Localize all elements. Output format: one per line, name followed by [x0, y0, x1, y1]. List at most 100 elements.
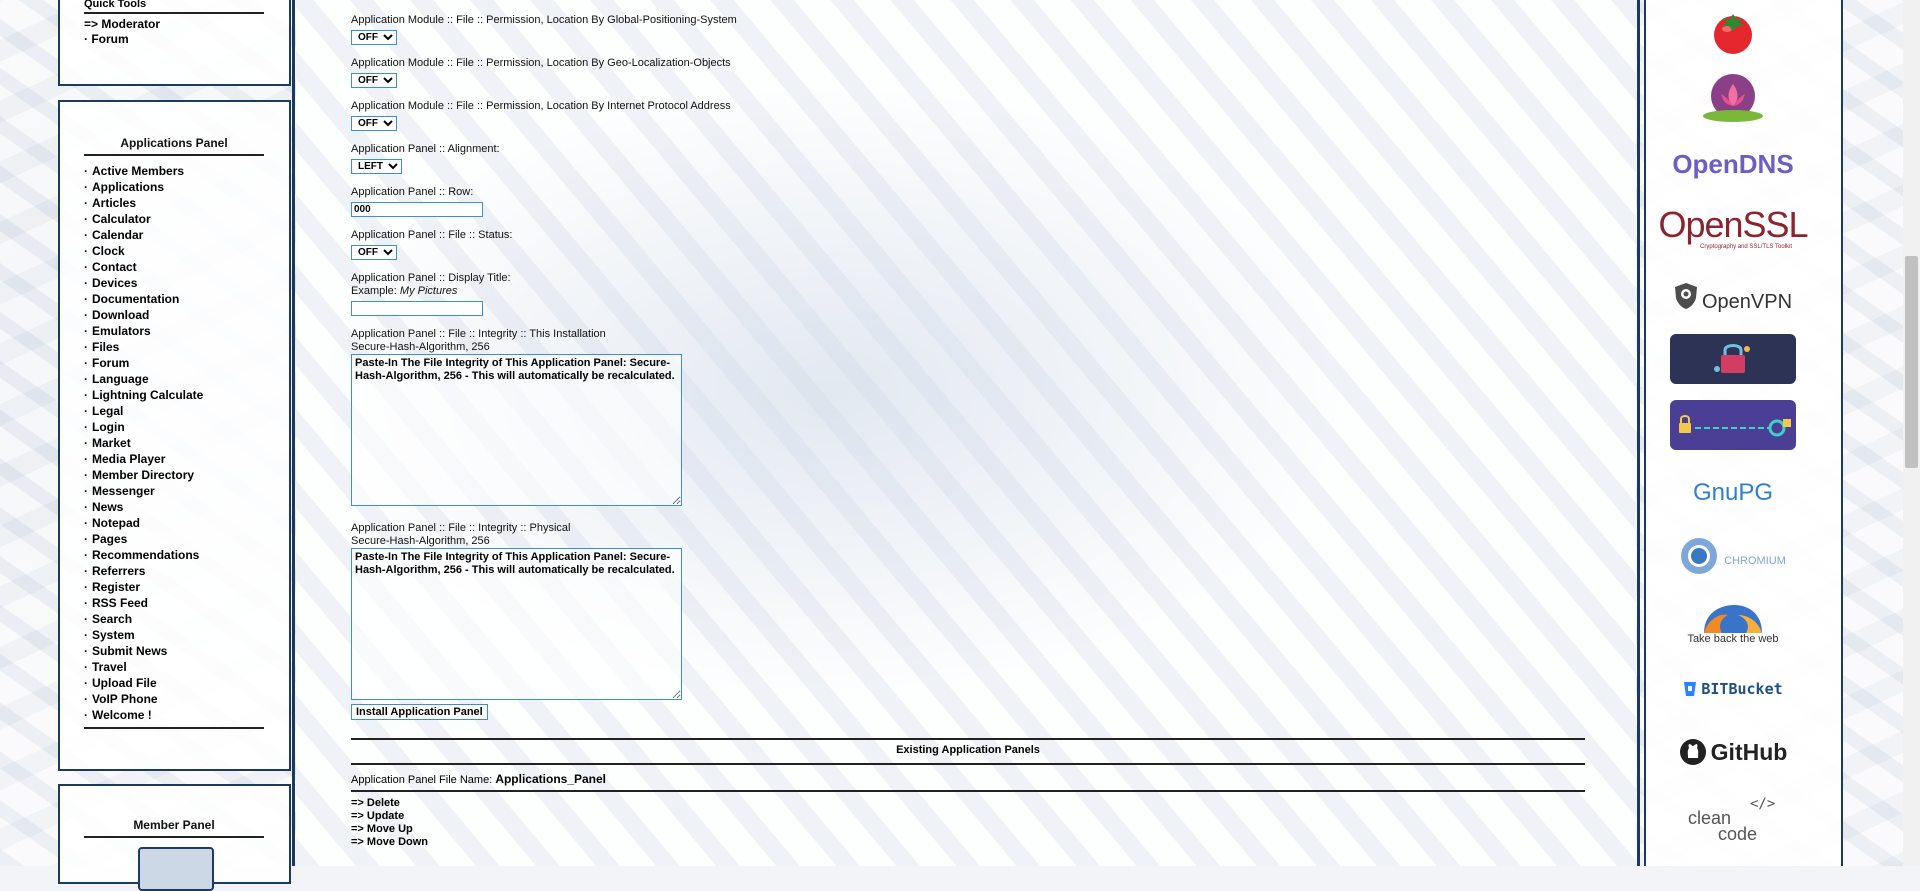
quick-tools-forum-link[interactable]: · Forum: [84, 32, 160, 47]
scrollbar-track[interactable]: [1903, 0, 1920, 866]
sidebar-item-label: RSS Feed: [92, 596, 149, 610]
sidebar-item[interactable]: · Welcome !: [84, 707, 203, 723]
sidebar-item[interactable]: · Files: [84, 339, 203, 355]
security-banner-2[interactable]: [1670, 400, 1796, 450]
github-logo[interactable]: GitHub: [1670, 734, 1796, 770]
sidebar-item[interactable]: · Search: [84, 611, 203, 627]
sidebar-item[interactable]: · Download: [84, 307, 203, 323]
sidebar-item[interactable]: · Calendar: [84, 227, 203, 243]
sidebar-item[interactable]: · Upload File: [84, 675, 203, 691]
padlock-icon: [1714, 344, 1750, 373]
sidebar-item[interactable]: · Notepad: [84, 515, 203, 531]
sidebar-item[interactable]: · Language: [84, 371, 203, 387]
sidebar-item[interactable]: · Devices: [84, 275, 203, 291]
sidebar-item-label: Messenger: [92, 484, 155, 498]
bullet-icon: ·: [84, 484, 88, 498]
sidebar-item-label: Contact: [92, 260, 137, 274]
sidebar-item[interactable]: · Clock: [84, 243, 203, 259]
sidebar-item[interactable]: · Media Player: [84, 451, 203, 467]
key-lock-icon: [1679, 415, 1791, 437]
tomato-logo[interactable]: [1670, 6, 1796, 56]
sidebar-item[interactable]: · Calculator: [84, 211, 203, 227]
scrollbar-thumb[interactable]: [1905, 256, 1918, 468]
row-label: Application Panel :: Row:: [351, 186, 474, 198]
sidebar-item[interactable]: · Active Members: [84, 163, 203, 179]
opendns-logo[interactable]: OpenDNS: [1670, 146, 1796, 182]
row-input[interactable]: [351, 202, 483, 217]
existing-top-rule: [351, 738, 1585, 740]
delete-link[interactable]: => Delete: [351, 797, 428, 810]
update-link[interactable]: => Update: [351, 810, 428, 823]
firefox-logo[interactable]: Take back the web: [1670, 600, 1796, 648]
sidebar-item[interactable]: · Forum: [84, 355, 203, 371]
display-title-input[interactable]: [351, 301, 483, 316]
sidebar-item[interactable]: · Applications: [84, 179, 203, 195]
sidebar-item-label: Files: [92, 340, 120, 354]
sidebar-item-label: Articles: [92, 196, 137, 210]
code-brackets-icon: </>: [1750, 796, 1776, 812]
gnupg-wordmark: GnuPG: [1692, 479, 1774, 506]
sidebar-item[interactable]: · Lightning Calculate: [84, 387, 203, 403]
ip-select[interactable]: OFF: [351, 116, 397, 131]
gps-select[interactable]: OFF: [351, 30, 397, 45]
openvpn-logo[interactable]: OpenVPN: [1670, 276, 1796, 316]
openssl-logo[interactable]: OpenSSL Cryptography and SSL/TLS Toolkit: [1658, 202, 1808, 254]
sidebar-item[interactable]: · Login: [84, 419, 203, 435]
integrity-install-label: Application Panel :: File :: Integrity :…: [351, 328, 606, 340]
sidebar-item-label: Active Members: [92, 164, 185, 178]
sidebar-item-label: Download: [92, 308, 150, 322]
sidebar-item[interactable]: · System: [84, 627, 203, 643]
bullet-icon: ·: [84, 244, 88, 258]
move-up-link[interactable]: => Move Up: [351, 823, 428, 836]
sidebar-item[interactable]: · Member Directory: [84, 467, 203, 483]
sidebar-item[interactable]: · Submit News: [84, 643, 203, 659]
sidebar-item[interactable]: · Market: [84, 435, 203, 451]
member-panel: Member Panel: [58, 784, 291, 891]
lotus-logo[interactable]: [1670, 72, 1796, 124]
bullet-icon: ·: [84, 452, 88, 466]
bullet-icon: ·: [84, 180, 88, 194]
chromium-logo[interactable]: CHROMIUM: [1670, 534, 1796, 578]
sidebar-item-label: Market: [92, 436, 131, 450]
display-title-field: Application Panel :: Display Title: Exam…: [351, 272, 511, 316]
sidebar-item[interactable]: · RSS Feed: [84, 595, 203, 611]
sidebar-item[interactable]: · News: [84, 499, 203, 515]
security-banner-1[interactable]: [1670, 334, 1796, 384]
geo-select[interactable]: OFF: [351, 73, 397, 88]
install-application-panel-button[interactable]: Install Application Panel: [351, 704, 488, 720]
sidebar-item[interactable]: · Emulators: [84, 323, 203, 339]
sidebar-item[interactable]: · Documentation: [84, 291, 203, 307]
sidebar-item[interactable]: · Pages: [84, 531, 203, 547]
sidebar-item-label: Travel: [92, 660, 127, 674]
display-title-example: Example: My Pictures: [351, 285, 458, 297]
sidebar-item-label: News: [92, 500, 124, 514]
integrity-install-textarea[interactable]: Paste-In The File Integrity of This Appl…: [351, 354, 682, 506]
clean-code-logo[interactable]: clean code </>: [1670, 794, 1796, 844]
chromium-icon: [1681, 538, 1718, 574]
geo-label: Application Module :: File :: Permission…: [351, 57, 731, 69]
applications-panel: Applications Panel · Active Members · Appli…: [58, 100, 291, 771]
sidebar-item[interactable]: · Referrers: [84, 563, 203, 579]
sidebar-item[interactable]: · Messenger: [84, 483, 203, 499]
quick-tools-moderator-link[interactable]: => Moderator: [84, 17, 160, 32]
sidebar-item[interactable]: · Legal: [84, 403, 203, 419]
sidebar-item-label: Login: [92, 420, 125, 434]
alignment-select[interactable]: LEFT: [351, 159, 402, 174]
display-title-label: Application Panel :: Display Title:: [351, 272, 511, 284]
sidebar-item-label: Recommendations: [92, 548, 200, 562]
bitbucket-logo[interactable]: BITBucket: [1670, 676, 1796, 702]
sidebar-item[interactable]: · Articles: [84, 195, 203, 211]
bitbucket-icon: [1684, 682, 1697, 696]
bullet-icon: ·: [84, 228, 88, 242]
bullet-icon: ·: [84, 324, 88, 338]
sidebar-item[interactable]: · Register: [84, 579, 203, 595]
sidebar-item[interactable]: · Recommendations: [84, 547, 203, 563]
bullet-icon: ·: [84, 692, 88, 706]
sidebar-item[interactable]: · Travel: [84, 659, 203, 675]
move-down-link[interactable]: => Move Down: [351, 836, 428, 849]
status-select[interactable]: OFF: [351, 245, 397, 260]
sidebar-item[interactable]: · VoIP Phone: [84, 691, 203, 707]
integrity-physical-textarea[interactable]: Paste-In The File Integrity of This Appl…: [351, 548, 682, 700]
sidebar-item[interactable]: · Contact: [84, 259, 203, 275]
gnupg-logo[interactable]: GnuPG: [1670, 472, 1796, 514]
